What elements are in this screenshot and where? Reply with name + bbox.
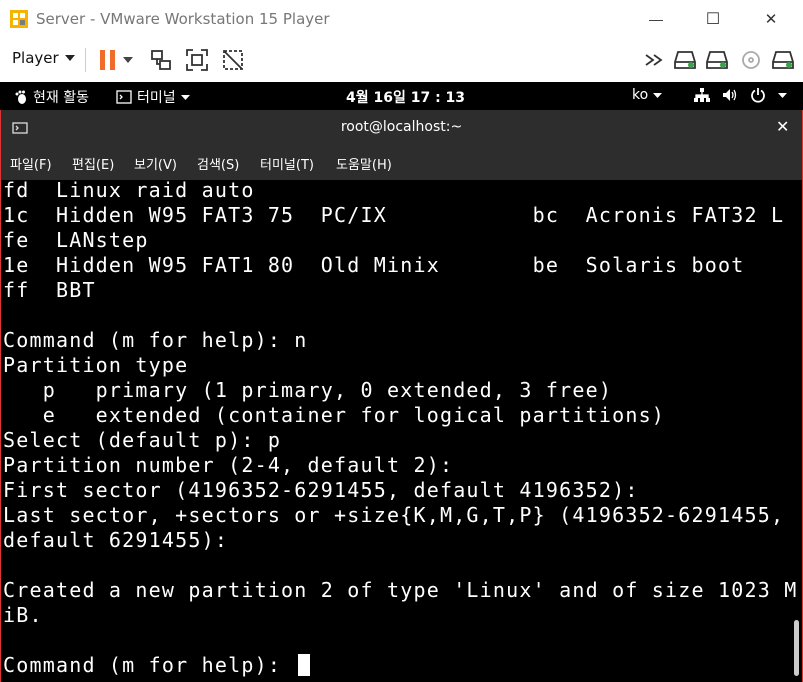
maximize-icon: ☐ xyxy=(705,11,721,28)
terminal-line: Partition type xyxy=(3,353,189,377)
forward-icon xyxy=(645,54,663,66)
menu-edit[interactable]: 편집(E) xyxy=(72,154,114,173)
fit-guest-button[interactable] xyxy=(184,47,210,73)
menu-search[interactable]: 검색(S) xyxy=(197,154,239,173)
menu-view[interactable]: 보기(V) xyxy=(134,154,177,173)
vmware-title-bar: Server - VMware Workstation 15 Player — … xyxy=(0,0,803,38)
window-edge-left xyxy=(0,110,1,682)
terminal-menubar: 파일(F) 편집(E) 보기(V) 검색(S) 터미널(T) 도움말(H) xyxy=(0,146,803,180)
forward-button[interactable] xyxy=(642,47,668,73)
system-status-menu[interactable] xyxy=(694,87,787,103)
minimize-button[interactable]: — xyxy=(633,0,679,38)
vmware-toolbar: Player xyxy=(0,38,803,83)
volume-icon xyxy=(723,89,737,101)
chevron-down-icon xyxy=(64,55,75,61)
chevron-down-icon xyxy=(123,57,133,63)
hard-disk-button[interactable] xyxy=(672,47,698,73)
send-ctrl-alt-del-button[interactable] xyxy=(148,47,174,73)
terminal-title: root@localhost:~ xyxy=(340,119,463,135)
activities-label: 현재 활동 xyxy=(33,90,89,106)
unity-icon xyxy=(223,50,243,70)
unity-button[interactable] xyxy=(220,47,246,73)
close-icon: ✕ xyxy=(776,119,790,136)
text-cursor xyxy=(298,654,311,676)
minimize-icon: — xyxy=(649,11,663,27)
terminal-line: fe LANstep xyxy=(3,228,149,252)
terminal-prompt-line: Command (m for help): xyxy=(3,653,311,678)
close-button[interactable]: ✕ xyxy=(748,0,794,38)
gnome-top-bar: 현재 활동 터미널 4월 16일 17 : 13 ko xyxy=(0,82,803,110)
clock[interactable]: 4월 16일 17 : 13 xyxy=(346,87,465,107)
cd-button[interactable] xyxy=(738,47,764,73)
player-menu-label: Player xyxy=(12,49,59,67)
window-title: Server - VMware Workstation 15 Player xyxy=(36,10,330,28)
terminal-line: fd Linux raid auto xyxy=(3,180,255,202)
terminal-icon xyxy=(116,90,132,104)
chevron-down-icon xyxy=(180,94,190,100)
terminal-scrollbar[interactable] xyxy=(794,620,799,676)
terminal-line: 1e Hidden W95 FAT1 80 Old Minix be Solar… xyxy=(3,253,745,277)
toolbar-divider xyxy=(85,48,86,72)
menu-help[interactable]: 도움말(H) xyxy=(336,154,392,173)
network-adapter-icon xyxy=(706,51,728,69)
terminal-menu-label: 터미널 xyxy=(137,90,176,106)
terminal-line: iB. xyxy=(3,603,43,627)
chevron-down-icon xyxy=(653,92,663,98)
network-button[interactable] xyxy=(704,47,730,73)
activities-button[interactable]: 현재 활동 xyxy=(14,87,89,107)
cd-icon xyxy=(742,51,760,69)
terminal-line: p primary (1 primary, 0 extended, 3 free… xyxy=(3,378,613,402)
pause-button[interactable] xyxy=(95,47,121,73)
usb-icon xyxy=(772,51,794,69)
terminal-line: ff BBT xyxy=(3,278,96,302)
player-menu-button[interactable]: Player xyxy=(12,49,75,67)
input-method-label: ko xyxy=(632,87,649,103)
terminal-header-bar: root@localhost:~ ✕ xyxy=(0,110,803,146)
terminal-line: Select (default p): p xyxy=(3,428,282,452)
chevron-down-icon xyxy=(778,92,787,98)
terminal-line: e extended (container for logical partit… xyxy=(3,403,666,427)
network-wired-icon xyxy=(694,88,710,102)
usb-button[interactable] xyxy=(770,47,796,73)
terminal-line: Command (m for help): n xyxy=(3,328,308,352)
pause-dropdown-button[interactable] xyxy=(120,47,136,73)
terminal-line: Created a new partition 2 of type 'Linux… xyxy=(3,578,798,602)
terminal-line: default 6291455): xyxy=(3,528,229,552)
menu-file[interactable]: 파일(F) xyxy=(10,154,52,173)
pause-icon xyxy=(100,50,115,70)
gnome-foot-icon xyxy=(15,90,26,104)
power-icon xyxy=(751,88,765,103)
terminal-app-menu[interactable]: 터미널 xyxy=(116,87,190,107)
maximize-button[interactable]: ☐ xyxy=(690,0,736,38)
terminal-line: Last sector, +sectors or +size{K,M,G,T,P… xyxy=(3,503,785,527)
terminal-line: First sector (4196352-6291455, default 4… xyxy=(3,478,639,502)
send-ctrl-alt-del-icon xyxy=(151,50,171,70)
fit-guest-icon xyxy=(186,49,208,71)
clock-label: 4월 16일 17 : 13 xyxy=(346,90,466,106)
menu-terminal[interactable]: 터미널(T) xyxy=(260,154,314,173)
terminal-output[interactable]: fd Linux raid auto 1c Hidden W95 FAT3 75… xyxy=(0,180,803,682)
terminal-prompt: Command (m for help): xyxy=(3,653,295,677)
close-icon: ✕ xyxy=(764,11,778,28)
hard-disk-icon xyxy=(674,51,696,69)
vmware-logo-icon xyxy=(10,10,28,28)
input-method-menu[interactable]: ko xyxy=(632,87,663,103)
terminal-line: Partition number (2-4, default 2): xyxy=(3,453,454,477)
terminal-close-button[interactable]: ✕ xyxy=(776,117,789,137)
terminal-line: 1c Hidden W95 FAT3 75 PC/IX bc Acronis F… xyxy=(3,203,785,227)
